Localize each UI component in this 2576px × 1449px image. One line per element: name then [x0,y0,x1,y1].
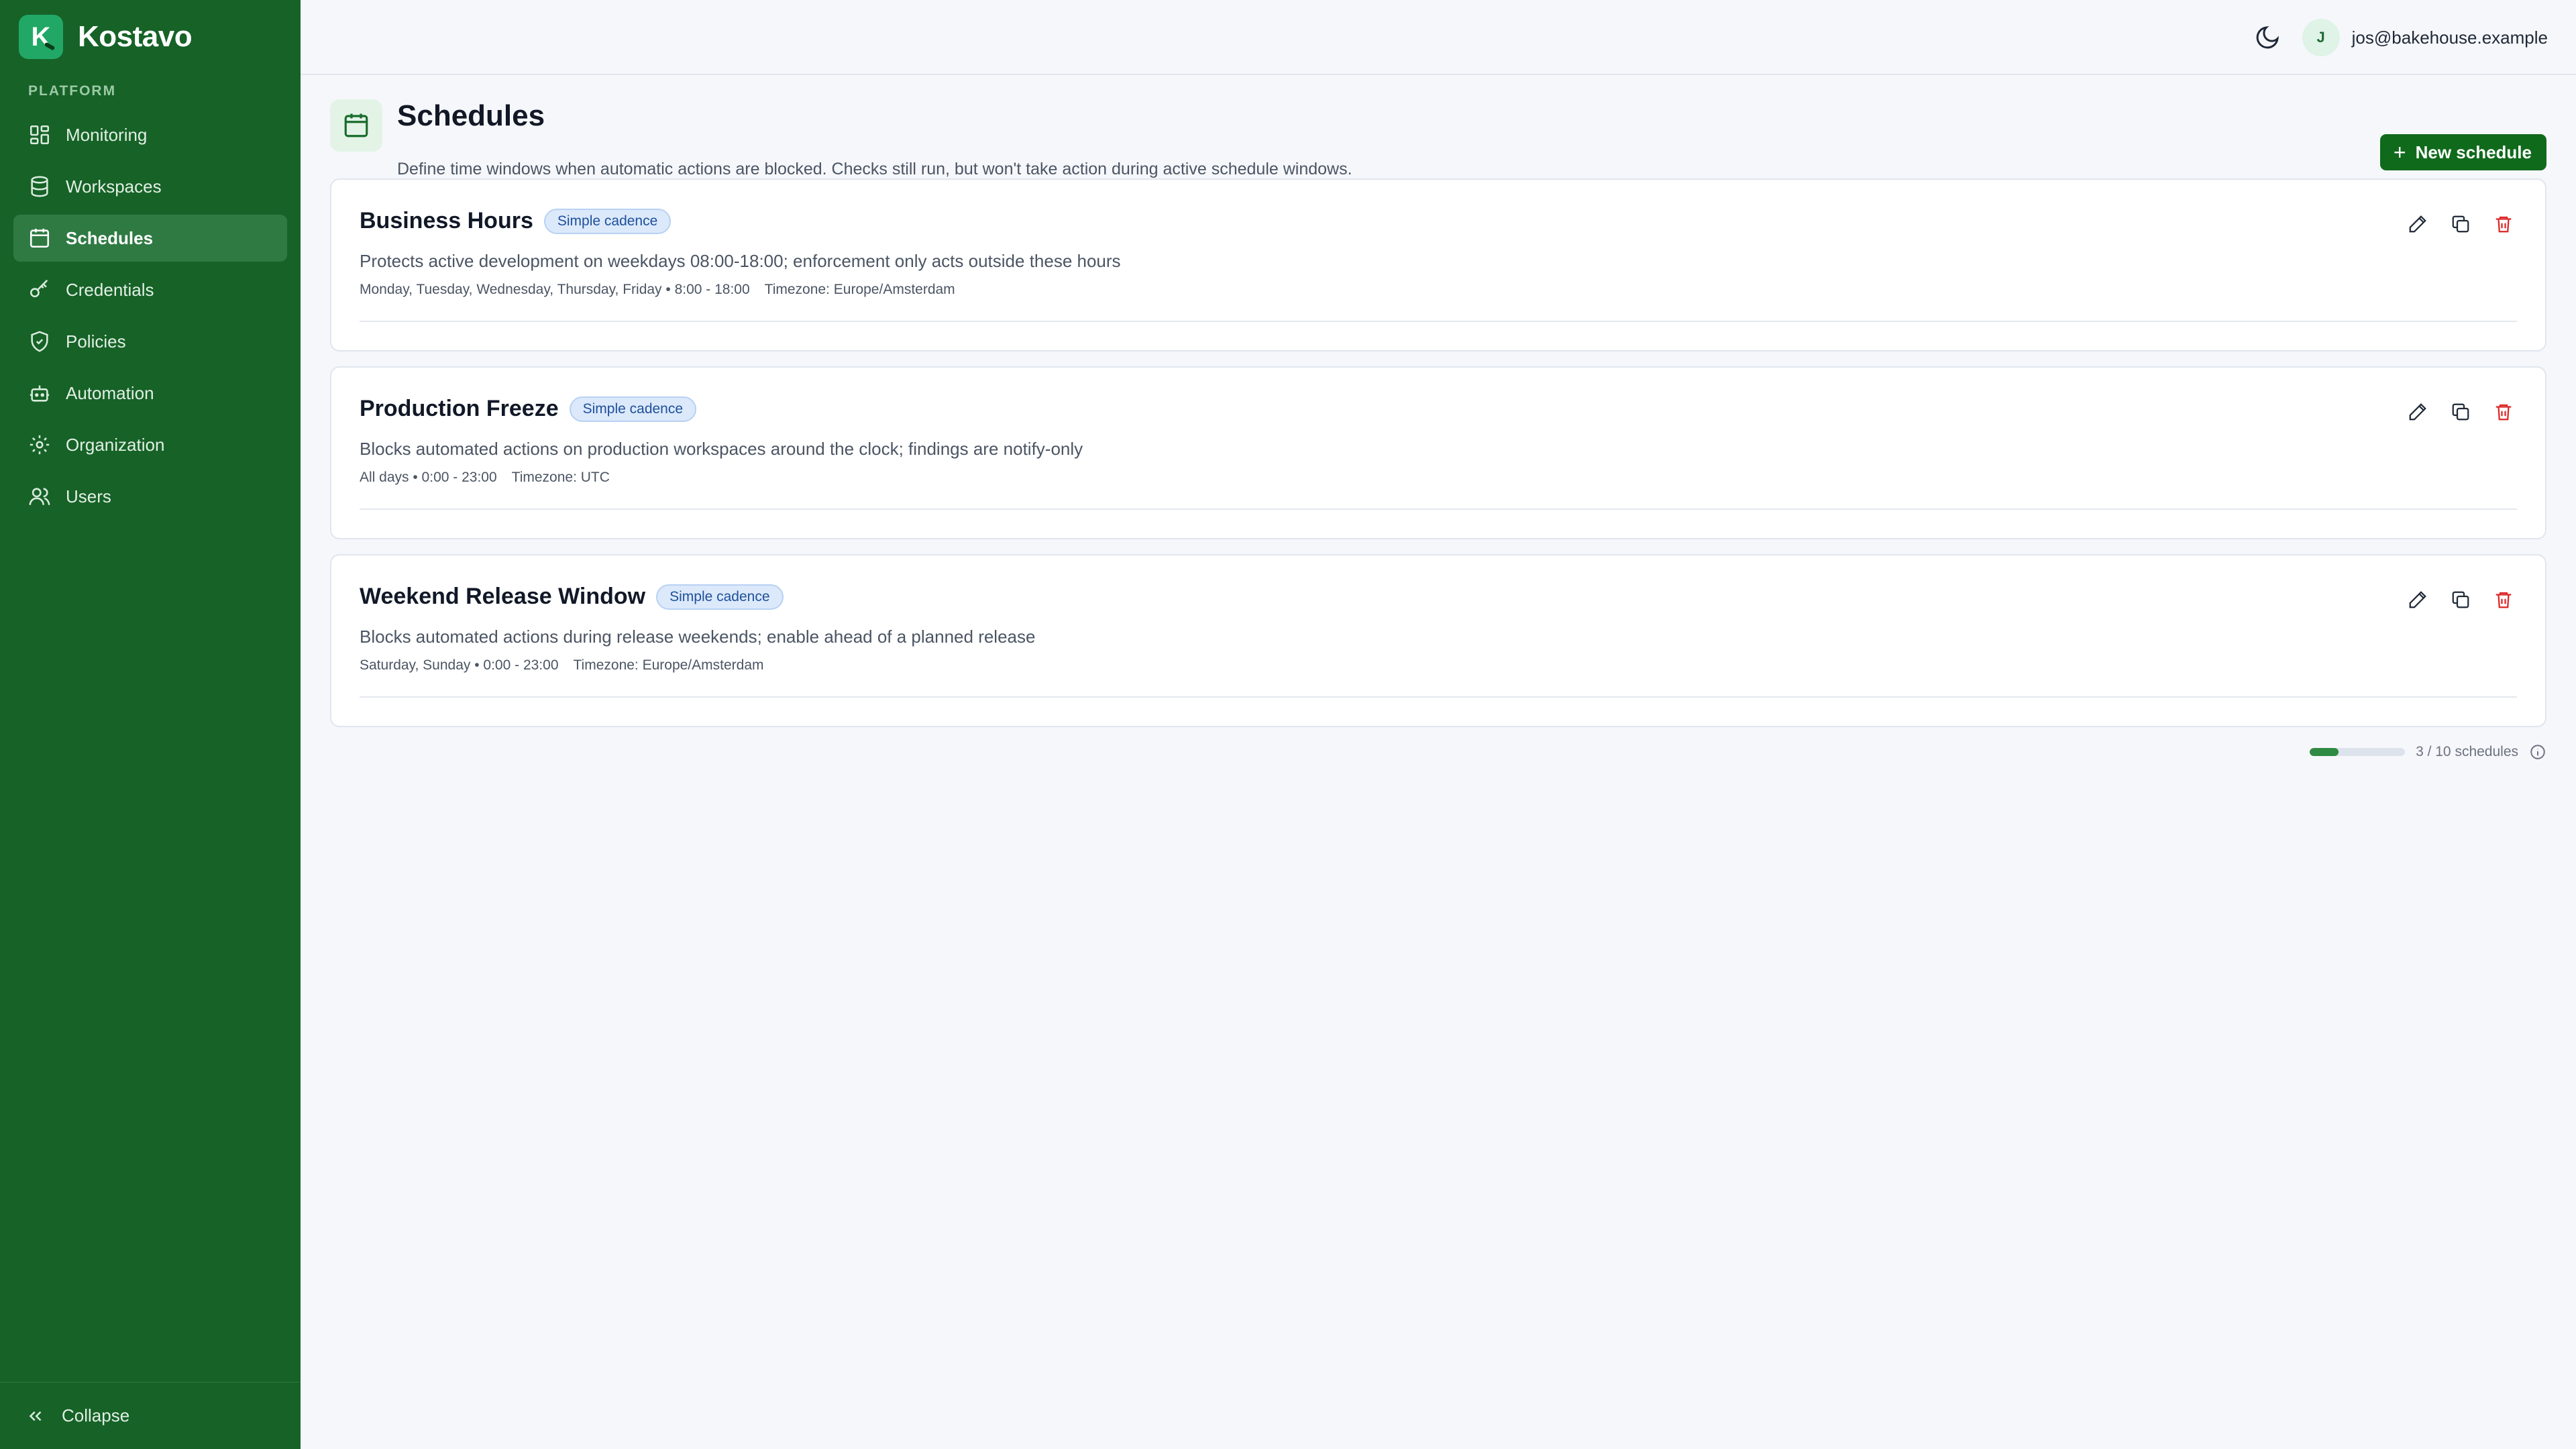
sidebar-item-automation[interactable]: Automation [13,370,287,417]
schedule-list: Business Hours Simple cadence Protects a… [330,178,2546,742]
key-icon [30,279,48,298]
gear-icon [30,435,50,455]
schedule-timezone: Timezone: Europe/Amsterdam [573,657,764,673]
page-description: Define time windows when automatic actio… [397,160,1352,178]
schedule-meta: All days • 0:00 - 23:00 Timezone: UTC [360,470,610,486]
schedule-when: Saturday, Sunday • 0:00 - 23:00 [360,657,559,673]
bot-icon [30,385,50,402]
card-divider [360,508,2517,510]
sidebar-item-label: Credentials [66,279,154,300]
schedule-card: Business Hours Simple cadence Protects a… [330,178,2546,352]
copy-icon [2452,215,2469,233]
duplicate-button[interactable] [2449,212,2473,236]
duplicate-button[interactable] [2449,400,2473,424]
sidebar-item-label: Policies [66,331,126,352]
collapse-label: Collapse [62,1405,130,1426]
edit-button[interactable] [2406,212,2430,236]
card-divider [360,696,2517,698]
sidebar-item-monitoring[interactable]: Monitoring [13,111,287,158]
quota-progress-fill [2310,748,2339,756]
calendar-icon [30,228,50,248]
pencil-icon [2409,403,2426,421]
topbar: J jos@bakehouse.example [301,0,2576,75]
schedule-meta: Saturday, Sunday • 0:00 - 23:00 Timezone:… [360,657,764,674]
sidebar-item-workspaces[interactable]: Workspaces [13,163,287,210]
chevrons-left-icon [29,1411,42,1421]
card-divider [360,321,2517,322]
cadence-badge: Simple cadence [656,584,784,610]
trash-icon [2496,216,2512,233]
moon-icon [2256,25,2279,49]
user-email: jos@bakehouse.example [2351,27,2548,48]
sidebar-item-label: Organization [66,434,165,455]
shield-icon [31,331,48,352]
sidebar-item-label: Schedules [66,227,154,248]
sidebar-item-organization[interactable]: Organization [13,421,287,468]
schedule-title: Production Freeze [360,396,559,421]
collapse-button[interactable]: Collapse [0,1382,301,1449]
cadence-badge: Simple cadence [543,208,672,234]
sidebar-item-label: Automation [66,382,154,403]
avatar: J [2302,19,2340,56]
schedule-description: Blocks automated actions during release … [360,627,1036,647]
schedule-description: Blocks automated actions on production w… [360,439,1083,459]
cadence-badge: Simple cadence [569,396,697,422]
info-icon[interactable] [2529,743,2546,761]
schedule-card: Production Freeze Simple cadence Blocks … [330,366,2546,539]
quota-text: 3 / 10 schedules [2416,744,2518,759]
quota-progress-bar [2310,748,2406,756]
sidebar-item-schedules[interactable]: Schedules [13,215,287,262]
brand-name: Kostavo [78,20,193,53]
database-icon [31,176,48,197]
new-schedule-button[interactable]: + New schedule [2379,134,2546,170]
sidebar-item-users[interactable]: Users [13,473,287,520]
brand[interactable]: K Kostavo [19,15,193,59]
schedule-meta: Monday, Tuesday, Wednesday, Thursday, Fr… [360,282,955,298]
sidebar-item-label: Users [66,486,111,506]
schedule-description: Protects active development on weekdays … [360,251,1121,271]
nav-section-label: PLATFORM [28,83,117,99]
kostavo-logo-icon: K [19,15,63,59]
new-schedule-label: New schedule [2415,142,2532,162]
pencil-icon [2409,591,2426,608]
schedule-title: Business Hours [360,208,533,233]
delete-button[interactable] [2491,400,2516,424]
sidebar-item-label: Workspaces [66,176,162,197]
schedule-card: Weekend Release Window Simple cadence Bl… [330,554,2546,727]
edit-button[interactable] [2406,588,2430,612]
schedule-when: All days • 0:00 - 23:00 [360,470,497,485]
dashboard-icon [30,125,50,145]
user-menu[interactable]: J jos@bakehouse.example [2302,19,2548,56]
schedule-when: Monday, Tuesday, Wednesday, Thursday, Fr… [360,282,750,297]
page-header: Schedules Define time windows when autom… [330,99,2546,178]
calendar-icon [330,99,382,152]
plus-icon: + [2393,140,2406,164]
sidebar-item-policies[interactable]: Policies [13,318,287,365]
edit-button[interactable] [2406,400,2430,424]
main-content: Schedules Define time windows when autom… [301,75,2576,1449]
sidebar-item-credentials[interactable]: Credentials [13,266,287,313]
users-icon [29,488,50,505]
card-actions [2387,400,2516,424]
trash-icon [2496,592,2512,608]
card-actions [2387,588,2516,612]
schedule-timezone: Timezone: UTC [511,470,610,485]
schedule-quota: 3 / 10 schedules [2310,743,2546,761]
trash-icon [2496,404,2512,421]
pencil-icon [2409,215,2426,233]
page-title: Schedules [397,99,545,132]
delete-button[interactable] [2491,588,2516,612]
copy-icon [2452,403,2469,421]
sidebar-item-label: Monitoring [66,124,148,145]
copy-icon [2452,591,2469,608]
sidebar-nav: Monitoring Workspaces Schedules Credenti… [13,111,287,525]
delete-button[interactable] [2491,212,2516,236]
card-actions [2387,212,2516,236]
duplicate-button[interactable] [2449,588,2473,612]
schedule-title: Weekend Release Window [360,584,646,609]
theme-toggle-button[interactable] [2254,24,2281,51]
sidebar: K Kostavo PLATFORM Monitoring Workspaces… [0,0,301,1449]
schedule-timezone: Timezone: Europe/Amsterdam [764,282,955,297]
